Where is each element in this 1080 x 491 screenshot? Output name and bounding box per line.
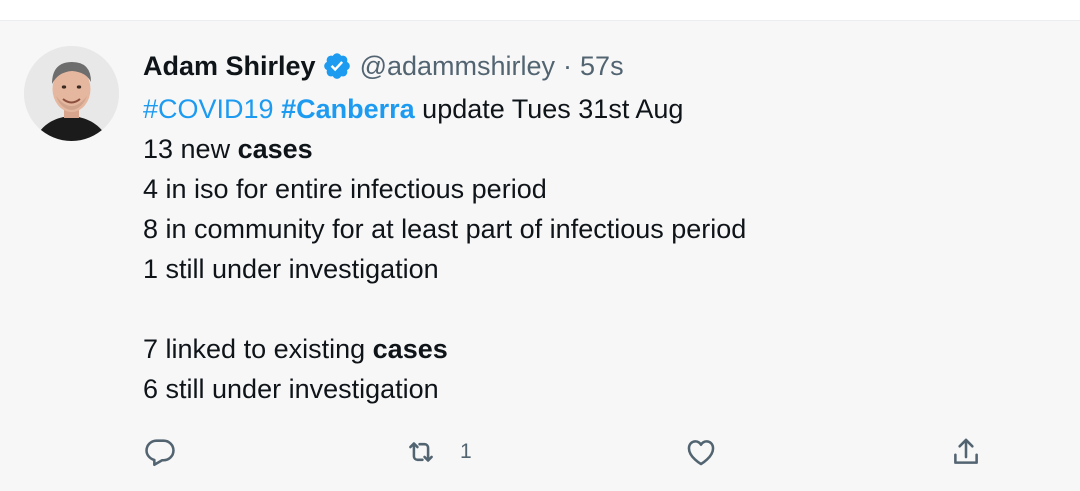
reply-button[interactable] bbox=[143, 434, 177, 470]
verified-badge-icon bbox=[322, 51, 352, 81]
retweet-button[interactable]: 1 bbox=[404, 434, 472, 470]
tweet-card[interactable]: Adam Shirley @adammshirley · 57s #COVID1… bbox=[0, 20, 1080, 491]
tweet-line: 4 in iso for entire infectious period bbox=[143, 174, 547, 204]
share-button[interactable] bbox=[949, 434, 983, 470]
tweet-header: Adam Shirley @adammshirley · 57s bbox=[143, 48, 1043, 84]
separator-dot: · bbox=[563, 51, 573, 81]
tweet-line: 13 new cases bbox=[143, 129, 1043, 169]
highlighted-term: cases bbox=[237, 134, 313, 164]
author-handle[interactable]: @adammshirley bbox=[360, 48, 555, 84]
tweet-text-segment: update Tues 31st Aug bbox=[422, 94, 684, 124]
tweet-line: 7 linked to existing cases bbox=[143, 329, 1043, 369]
tweet-line: 6 still under investigation bbox=[143, 374, 439, 404]
tweet-line: 1 still under investigation bbox=[143, 254, 439, 284]
hashtag-link[interactable]: #COVID19 bbox=[143, 94, 274, 124]
tweet-text: #COVID19 #Canberra update Tues 31st Aug … bbox=[143, 89, 1043, 409]
hashtag-link[interactable]: #Canberra bbox=[281, 94, 415, 124]
reply-icon bbox=[145, 439, 175, 467]
retweet-icon bbox=[409, 442, 433, 462]
tweet-text-segment: 13 new bbox=[143, 134, 231, 164]
avatar-photo bbox=[24, 46, 119, 141]
retweet-count: 1 bbox=[460, 440, 472, 463]
share-icon bbox=[954, 438, 978, 464]
tweet-timestamp[interactable]: 57s bbox=[580, 48, 624, 84]
tweet-actions: 1 bbox=[0, 434, 1080, 470]
tweet-text-segment: 7 linked to existing bbox=[143, 334, 366, 364]
tweet-content: Adam Shirley @adammshirley · 57s #COVID1… bbox=[143, 48, 1043, 409]
tweet-line: #COVID19 #Canberra update Tues 31st Aug bbox=[143, 89, 1043, 129]
avatar[interactable] bbox=[24, 46, 119, 141]
heart-icon bbox=[687, 440, 715, 466]
tweet-line: 8 in community for at least part of infe… bbox=[143, 214, 747, 244]
highlighted-term: cases bbox=[372, 334, 448, 364]
like-button[interactable] bbox=[684, 434, 718, 470]
author-name[interactable]: Adam Shirley bbox=[143, 48, 316, 84]
